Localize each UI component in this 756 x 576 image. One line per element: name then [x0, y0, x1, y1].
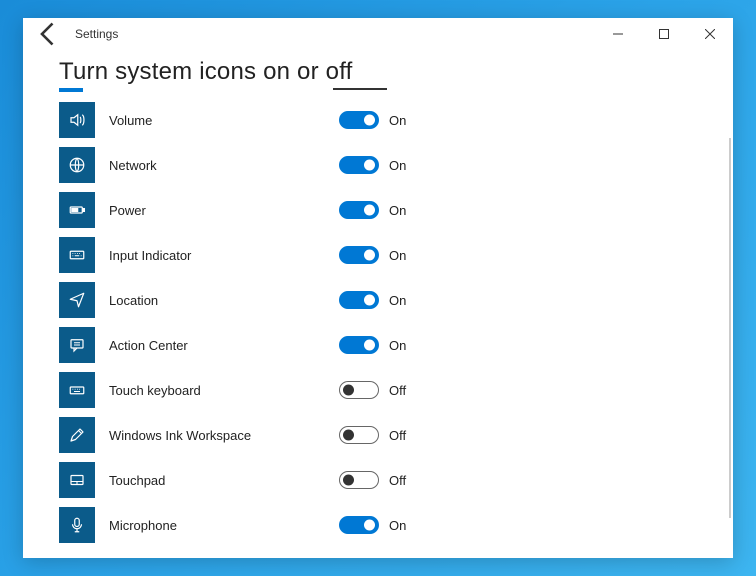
- maximize-icon: [659, 29, 669, 39]
- toggle-state-label: Off: [389, 428, 406, 443]
- maximize-button[interactable]: [641, 18, 687, 50]
- toggle-state-label: On: [389, 338, 406, 353]
- setting-label-power: Power: [109, 203, 289, 218]
- toggle-state-label: On: [389, 113, 406, 128]
- setting-label-inputindicator: Input Indicator: [109, 248, 289, 263]
- toggle-state-label: Off: [389, 383, 406, 398]
- back-button[interactable]: [35, 20, 63, 48]
- touchkbd-icon: [59, 372, 95, 408]
- toggle-cell: On: [339, 516, 406, 534]
- setting-row-touchpad: Touchpad Off: [59, 462, 697, 498]
- setting-label-winink: Windows Ink Workspace: [109, 428, 289, 443]
- toggle-cell: Off: [339, 426, 406, 444]
- battery-icon: [59, 192, 95, 228]
- toggle-state-label: Off: [389, 473, 406, 488]
- touchpad-icon: [59, 462, 95, 498]
- setting-label-touchkeyboard: Touch keyboard: [109, 383, 289, 398]
- settings-window: Settings Turn system icons on or off Vol…: [23, 18, 733, 558]
- toggle-network[interactable]: [339, 156, 379, 174]
- scrollbar[interactable]: [729, 138, 731, 518]
- toggle-cell: On: [339, 156, 406, 174]
- setting-label-actioncenter: Action Center: [109, 338, 289, 353]
- setting-row-location: Location On: [59, 282, 697, 318]
- toggle-power[interactable]: [339, 201, 379, 219]
- toggle-touchpad[interactable]: [339, 471, 379, 489]
- keyboard-icon: [59, 237, 95, 273]
- toggle-location[interactable]: [339, 291, 379, 309]
- title-underline: [59, 88, 697, 92]
- setting-row-microphone: Microphone On: [59, 507, 697, 543]
- toggle-state-label: On: [389, 248, 406, 263]
- mic-icon: [59, 507, 95, 543]
- window-controls: [595, 18, 733, 50]
- content-area: Turn system icons on or off VolumeOnNetw…: [23, 50, 733, 558]
- titlebar: Settings: [23, 18, 733, 50]
- message-icon: [59, 327, 95, 363]
- toggle-state-label: On: [389, 203, 406, 218]
- volume-icon: [59, 102, 95, 138]
- toggle-touchkeyboard[interactable]: [339, 381, 379, 399]
- setting-row-power: Power On: [59, 192, 697, 228]
- setting-label-touchpad: Touchpad: [109, 473, 289, 488]
- toggle-cell: Off: [339, 381, 406, 399]
- toggle-cell: Off: [339, 471, 406, 489]
- toggle-winink[interactable]: [339, 426, 379, 444]
- setting-label-microphone: Microphone: [109, 518, 289, 533]
- setting-row-actioncenter: Action Center On: [59, 327, 697, 363]
- setting-label-location: Location: [109, 293, 289, 308]
- setting-row-touchkeyboard: Touch keyboard Off: [59, 372, 697, 408]
- toggle-cell: On: [339, 246, 406, 264]
- toggle-actioncenter[interactable]: [339, 336, 379, 354]
- setting-row-network: Network On: [59, 147, 697, 183]
- toggle-state-label: On: [389, 293, 406, 308]
- setting-row-inputindicator: Input Indicator On: [59, 237, 697, 273]
- minimize-icon: [613, 29, 623, 39]
- toggle-cell: On: [339, 291, 406, 309]
- back-arrow-icon: [35, 20, 63, 48]
- app-title: Settings: [75, 27, 118, 41]
- page-title: Turn system icons on or off: [59, 58, 697, 86]
- globe-icon: [59, 147, 95, 183]
- close-icon: [705, 29, 715, 39]
- setting-label-volume: Volume: [109, 113, 289, 128]
- toggle-volume[interactable]: [339, 111, 379, 129]
- pen-icon: [59, 417, 95, 453]
- setting-row-winink: Windows Ink Workspace Off: [59, 417, 697, 453]
- setting-row-volume: Volume On: [59, 102, 697, 138]
- toggle-state-label: On: [389, 518, 406, 533]
- toggle-cell: On: [339, 201, 406, 219]
- minimize-button[interactable]: [595, 18, 641, 50]
- toggle-cell: On: [339, 111, 406, 129]
- toggle-state-label: On: [389, 158, 406, 173]
- toggle-inputindicator[interactable]: [339, 246, 379, 264]
- location-icon: [59, 282, 95, 318]
- setting-label-network: Network: [109, 158, 289, 173]
- close-button[interactable]: [687, 18, 733, 50]
- toggle-cell: On: [339, 336, 406, 354]
- settings-list: Volume On Network On Power On Input Indicator O…: [59, 102, 697, 543]
- toggle-microphone[interactable]: [339, 516, 379, 534]
